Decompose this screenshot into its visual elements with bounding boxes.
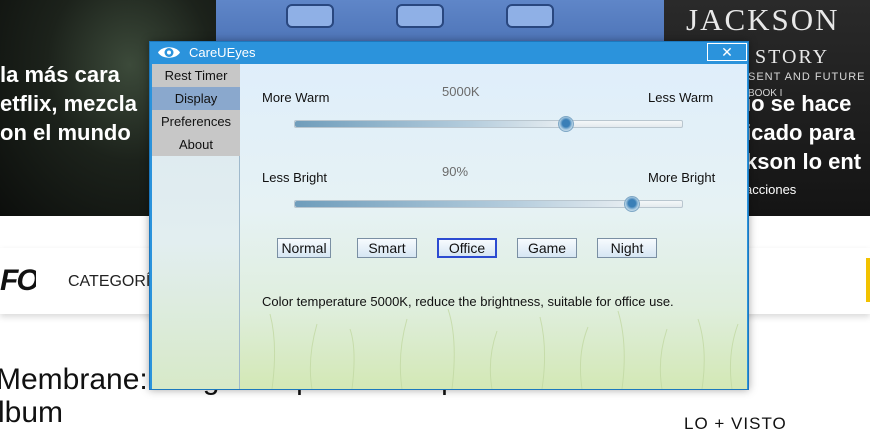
nav-accent-bar (866, 258, 870, 302)
nav-categories[interactable]: CATEGORÍ (68, 273, 150, 291)
device-slot (396, 4, 444, 28)
device-slot (286, 4, 334, 28)
temperature-slider-fill (295, 121, 568, 127)
site-logo[interactable]: FO (0, 264, 36, 298)
more-warm-label: More Warm (262, 90, 330, 105)
book-tagline: SENT AND FUTURE (748, 71, 866, 83)
temperature-slider-thumb[interactable] (558, 116, 575, 132)
eye-icon (157, 44, 181, 61)
hero-headline-line[interactable]: la más cara (0, 62, 120, 88)
mode-smart-button[interactable]: Smart (357, 238, 417, 258)
window-content: Rest Timer Display Preferences About Mor… (152, 64, 747, 389)
sidebar-item-rest-timer[interactable]: Rest Timer (152, 64, 240, 87)
brightness-slider-fill (295, 201, 634, 207)
book-title: JACKSON (686, 2, 840, 37)
mode-description: Color temperature 5000K, reduce the brig… (262, 294, 674, 309)
sidebar-item-display[interactable]: Display (152, 87, 240, 110)
hero-headline-line[interactable]: etflix, mezcla (0, 91, 137, 117)
most-viewed-heading: LO + VISTO (684, 414, 787, 433)
brightness-slider-thumb[interactable] (624, 196, 641, 212)
temperature-value: 5000K (442, 84, 480, 99)
reactions-count[interactable]: acciones (745, 182, 796, 197)
grass-background (169, 308, 739, 389)
close-icon: ✕ (721, 44, 733, 60)
less-bright-label: Less Bright (262, 170, 328, 185)
mode-game-button[interactable]: Game (517, 238, 577, 258)
hero-headline-line[interactable]: on el mundo (0, 120, 131, 146)
window-title: CareUEyes (189, 45, 256, 60)
mode-night-button[interactable]: Night (597, 238, 657, 258)
sidebar-item-preferences[interactable]: Preferences (152, 110, 240, 133)
sidebar-item-about[interactable]: About (152, 133, 240, 156)
book-subtitle: STORY (755, 46, 830, 68)
article-title-continued[interactable]: lbum (0, 396, 63, 430)
hero-right-headline-line[interactable]: icado para (745, 120, 855, 146)
window-titlebar[interactable]: CareUEyes ✕ (150, 42, 748, 64)
more-bright-label: More Bright (648, 170, 716, 185)
sidebar: Rest Timer Display Preferences About (152, 64, 240, 389)
less-warm-label: Less Warm (648, 90, 714, 105)
brightness-value: 90% (442, 164, 469, 179)
careueyes-window: CareUEyes ✕ Rest Timer Display Preferenc… (149, 41, 749, 390)
mode-office-button[interactable]: Office (437, 238, 497, 258)
temperature-slider[interactable] (294, 120, 683, 128)
device-slot (506, 4, 554, 28)
close-button[interactable]: ✕ (707, 43, 747, 61)
mode-normal-button[interactable]: Normal (277, 238, 331, 258)
hero-right-headline-line[interactable]: io se hace (745, 91, 851, 117)
hero-right-headline-line[interactable]: kson lo ent (745, 149, 861, 175)
